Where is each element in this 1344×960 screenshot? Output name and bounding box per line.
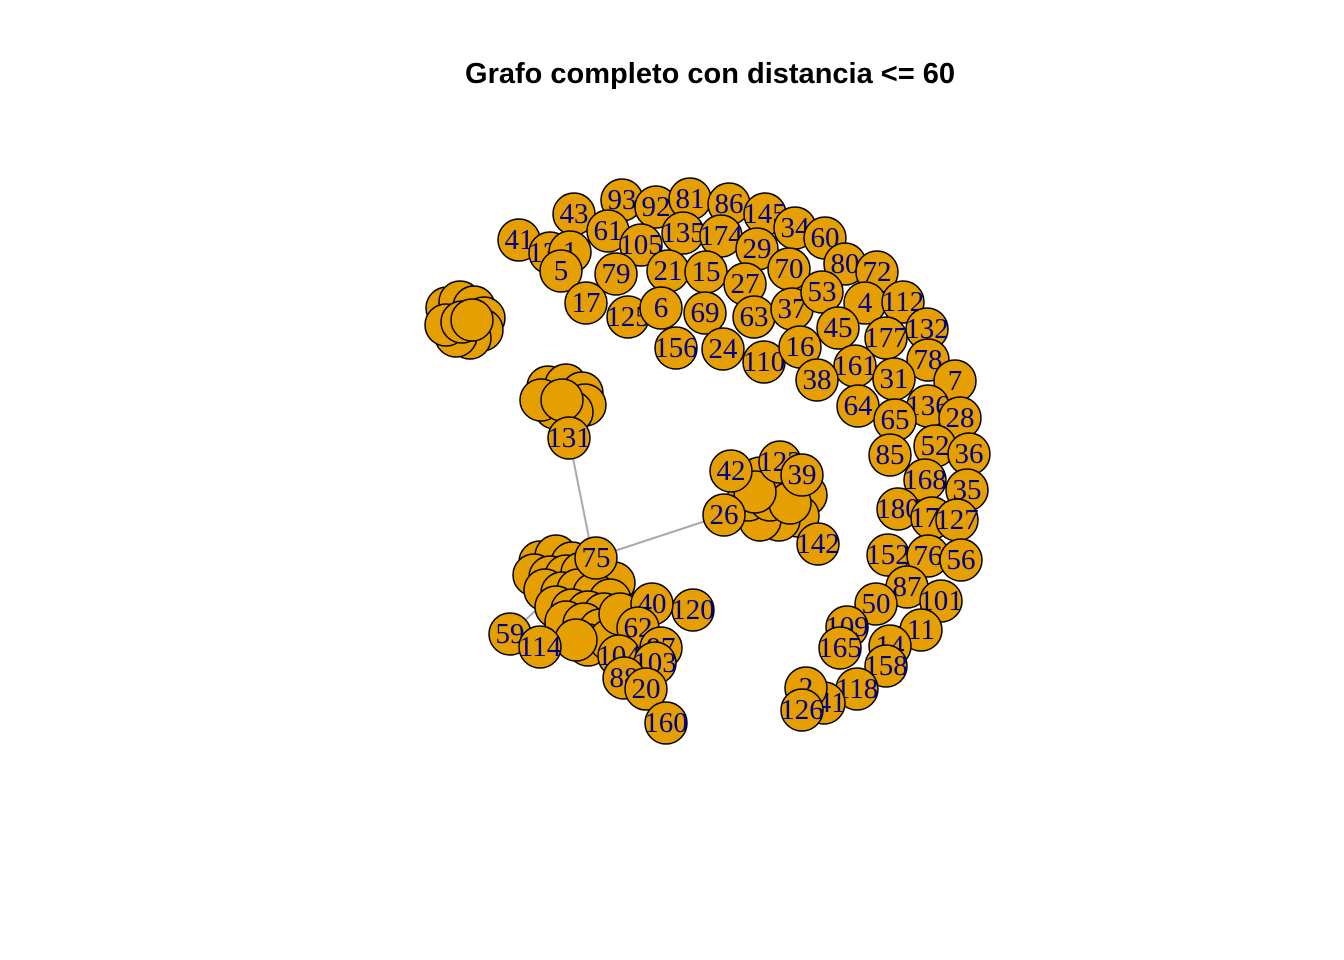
vertex-6: 6 bbox=[639, 286, 683, 330]
vertex-114: 114 bbox=[518, 625, 562, 669]
vertex-label: 27 bbox=[731, 268, 760, 300]
vertex-160: 160 bbox=[644, 701, 688, 745]
vertex-label: 69 bbox=[691, 297, 720, 329]
vertex-label: 45 bbox=[824, 312, 853, 344]
vertex-label: 4 bbox=[858, 287, 873, 319]
vertex-63: 63 bbox=[732, 295, 776, 339]
vertex-label: 16 bbox=[786, 331, 815, 363]
vertex-label: 85 bbox=[876, 439, 905, 471]
vertex-label: 26 bbox=[710, 499, 739, 531]
vertex-21: 21 bbox=[646, 249, 690, 293]
vertex-label: 81 bbox=[676, 183, 705, 215]
vertex-label: 21 bbox=[654, 255, 683, 287]
vertex-15: 15 bbox=[684, 250, 728, 294]
vertex-label: 7 bbox=[948, 365, 963, 397]
vertex-label: 52 bbox=[921, 430, 950, 462]
vertex-unlabelled-9 bbox=[450, 298, 494, 342]
vertex-135: 135 bbox=[661, 211, 705, 255]
vertex-label: 24 bbox=[709, 333, 739, 365]
vertex-label: 39 bbox=[788, 459, 817, 491]
vertex-120: 120 bbox=[671, 588, 715, 632]
vertex-label: 114 bbox=[519, 631, 562, 663]
vertex-131: 131 bbox=[547, 416, 591, 460]
vertex-label: 120 bbox=[671, 594, 715, 626]
vertex-42: 42 bbox=[709, 449, 753, 493]
vertex-161: 161 bbox=[833, 344, 877, 388]
vertex-unlabelled-17 bbox=[540, 378, 584, 422]
vertex-38: 38 bbox=[795, 358, 839, 402]
vertex-label: 31 bbox=[880, 363, 909, 395]
vertex-17: 17 bbox=[564, 281, 608, 325]
vertex-label: 42 bbox=[717, 455, 746, 487]
vertex-label: 75 bbox=[582, 542, 611, 574]
vertex-label: 36 bbox=[955, 438, 984, 470]
vertex-56: 56 bbox=[939, 538, 983, 582]
vertex-label: 43 bbox=[560, 198, 589, 230]
vertex-label: 29 bbox=[743, 233, 772, 265]
vertex-126: 126 bbox=[780, 688, 824, 732]
vertex-label: 20 bbox=[632, 673, 661, 705]
vertex-24: 24 bbox=[701, 327, 745, 371]
vertex-39: 39 bbox=[780, 453, 824, 497]
vertex-label: 156 bbox=[654, 332, 698, 364]
vertex-label: 64 bbox=[844, 390, 874, 422]
vertex-label: 126 bbox=[780, 694, 824, 726]
vertex-75: 75 bbox=[574, 536, 618, 580]
vertex-label: 70 bbox=[775, 253, 804, 285]
vertex-label: 161 bbox=[833, 350, 877, 382]
vertex-label: 5 bbox=[554, 255, 569, 287]
vertex-label: 142 bbox=[796, 528, 840, 560]
vertex-label: 135 bbox=[661, 217, 705, 249]
vertex-45: 45 bbox=[816, 306, 860, 350]
vertex-label: 11 bbox=[907, 614, 935, 646]
vertex-unlabelled-51 bbox=[554, 618, 598, 662]
vertex-label: 56 bbox=[947, 544, 976, 576]
vertex-label: 15 bbox=[692, 256, 721, 288]
vertex-label: 63 bbox=[740, 301, 769, 333]
vertex-label: 53 bbox=[808, 276, 837, 308]
vertex-64: 64 bbox=[836, 384, 880, 428]
vertex-layer: 9392818614534604361105135174294113315792… bbox=[424, 177, 991, 745]
vertex-142: 142 bbox=[796, 522, 840, 566]
vertex-label: 165 bbox=[818, 632, 862, 664]
vertex-label: 127 bbox=[935, 504, 979, 536]
vertex-26: 26 bbox=[702, 493, 746, 537]
vertex-label: 6 bbox=[654, 292, 669, 324]
network-graph: 9392818614534604361105135174294113315792… bbox=[424, 177, 991, 745]
vertex-label: 17 bbox=[572, 287, 601, 319]
vertex-label: 65 bbox=[881, 404, 910, 436]
vertex-label: 28 bbox=[946, 402, 975, 434]
vertex-127: 127 bbox=[935, 498, 979, 542]
vertex-156: 156 bbox=[654, 326, 698, 370]
vertex-label: 160 bbox=[644, 707, 688, 739]
vertex-label: 79 bbox=[602, 258, 631, 290]
vertex-165: 165 bbox=[818, 626, 862, 670]
vertex-label: 76 bbox=[914, 540, 943, 572]
vertex-label: 38 bbox=[803, 364, 832, 396]
vertex-label: 61 bbox=[594, 215, 623, 247]
vertex-label: 131 bbox=[547, 422, 591, 454]
